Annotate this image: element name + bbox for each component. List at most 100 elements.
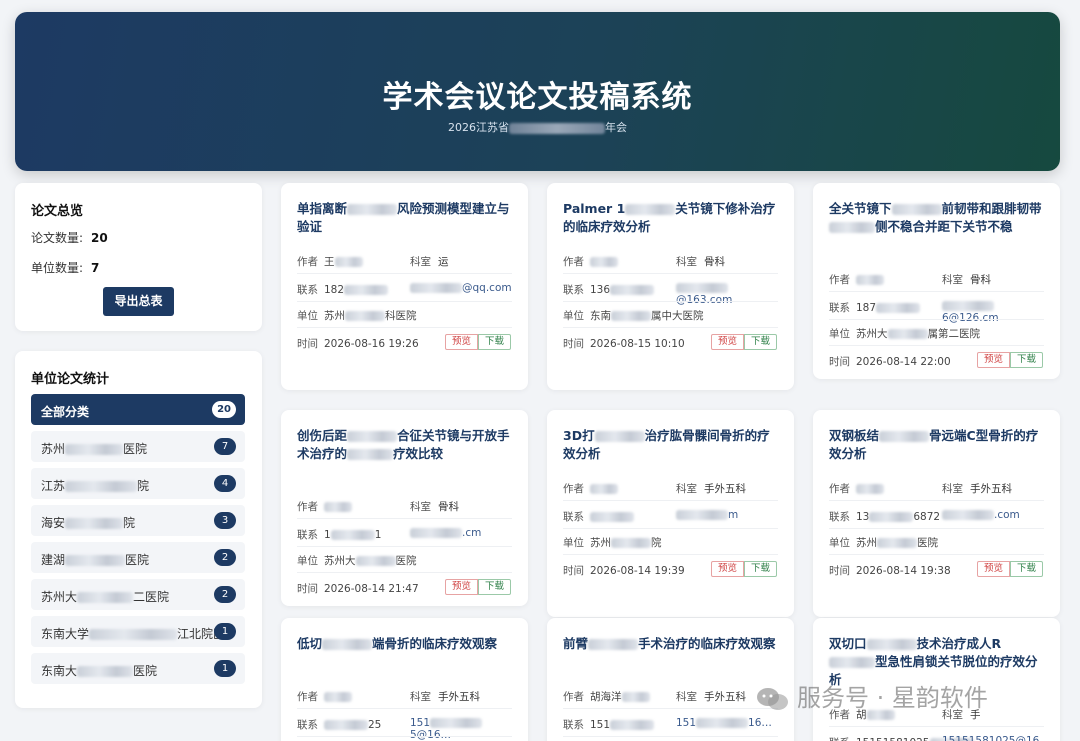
paper-count-row: 论文数量: 20	[31, 231, 108, 245]
unit-row: 单位 苏州大 医院	[297, 555, 417, 567]
divider	[297, 327, 512, 328]
divider	[563, 500, 778, 501]
time-row: 时间 2026-08-14 22:00 预览 下载	[829, 352, 1044, 369]
paper-title[interactable]: 创伤后距 合征关节镜与开放手术治疗的 疗效比较	[297, 427, 512, 463]
divider	[297, 273, 512, 274]
author-row: 作者 科室 骨科	[829, 274, 991, 286]
redacted-text	[509, 122, 605, 134]
divider	[563, 736, 778, 737]
redacted-text	[324, 720, 368, 730]
paper-card: 全关节镜下 前韧带和跟腓韧带侧不稳合并距下关节不稳 作者 科室 骨科 联系 187 6@126…	[813, 183, 1060, 379]
preview-button[interactable]: 预览	[711, 561, 744, 577]
paper-title[interactable]: 单指离断 风险预测模型建立与验证	[297, 200, 512, 236]
divider	[297, 546, 512, 547]
unit-filter-label: 建湖 医院	[41, 553, 150, 567]
redacted-text	[625, 204, 676, 215]
redacted-text	[887, 329, 928, 339]
redacted-text	[856, 484, 884, 494]
export-summary-button[interactable]: 导出总表	[103, 287, 174, 316]
contact-row: 联系 151 151 16…	[563, 717, 772, 731]
divider	[829, 291, 1044, 292]
paper-card: 创伤后距 合征关节镜与开放手术治疗的 疗效比较 作者 科室 骨科 联系 1 1 .cm 单位 苏州大医…	[281, 410, 528, 606]
unit-filter-item[interactable]: 苏州 医院 7	[31, 431, 245, 462]
divider	[829, 319, 1044, 320]
redacted-text	[611, 538, 651, 548]
redacted-text	[65, 555, 126, 566]
preview-button[interactable]: 预览	[977, 561, 1010, 577]
divider	[829, 528, 1044, 529]
download-button[interactable]: 下载	[478, 334, 511, 350]
email-link[interactable]: 6@126.cm	[942, 300, 1044, 324]
unit-row: 单位 苏州院	[563, 537, 662, 549]
redacted-text	[345, 311, 385, 321]
email-link[interactable]: 15151581025@16…	[942, 735, 1050, 741]
redacted-text	[891, 204, 942, 215]
email-link[interactable]: @163.com	[676, 282, 778, 306]
contact-row: 联系 m	[563, 509, 739, 523]
time-row: 时间 2026-08-14 19:38 预览 下载	[829, 561, 1044, 578]
unit-count-badge: 1	[214, 623, 236, 640]
divider	[297, 518, 512, 519]
paper-title[interactable]: Palmer 1 关节镜下修补治疗的临床疗效分析	[563, 200, 778, 236]
redacted-text	[65, 481, 138, 492]
email-link[interactable]: .com	[942, 509, 1020, 521]
unit-filter-item[interactable]: 东南大学 江北院区 1	[31, 616, 245, 647]
watermark: 服务号 · 星韵软件	[755, 678, 988, 713]
redacted-text	[621, 692, 650, 702]
divider	[829, 726, 1044, 727]
unit-count-badge: 20	[212, 401, 236, 418]
unit-filter-item[interactable]: 苏州大 二医院 2	[31, 579, 245, 610]
preview-button[interactable]: 预览	[711, 334, 744, 350]
page-header: 学术会议论文投稿系统 2026江苏省 年会	[15, 12, 1060, 171]
unit-filter-item[interactable]: 建湖 医院 2	[31, 542, 245, 573]
unit-filter-item[interactable]: 东南大 医院 1	[31, 653, 245, 684]
redacted-text	[876, 303, 921, 313]
paper-title[interactable]: 低切 端骨折的临床疗效观察	[297, 635, 512, 653]
overview-title: 论文总览	[31, 204, 84, 219]
unit-filter-all[interactable]: 全部分类 20	[31, 394, 245, 425]
email-link[interactable]: .cm	[410, 527, 481, 539]
redacted-text	[588, 639, 639, 650]
unit-filter-item[interactable]: 江苏院 4	[31, 468, 245, 499]
redacted-text	[322, 639, 373, 650]
paper-title[interactable]: 全关节镜下 前韧带和跟腓韧带侧不稳合并距下关节不稳	[829, 200, 1044, 236]
redacted-text	[676, 283, 728, 293]
unit-count-badge: 4	[214, 475, 236, 492]
paper-title[interactable]: 双钢板结 骨远端C型骨折的疗效分析	[829, 427, 1044, 463]
download-button[interactable]: 下载	[744, 334, 777, 350]
author-row: 作者 科室 手外五科	[297, 691, 480, 703]
divider	[829, 554, 1044, 555]
download-button[interactable]: 下载	[1010, 352, 1043, 368]
preview-button[interactable]: 预览	[977, 352, 1010, 368]
redacted-text	[610, 720, 655, 730]
download-button[interactable]: 下载	[744, 561, 777, 577]
divider	[297, 572, 512, 573]
paper-title[interactable]: 3D打 治疗肱骨髁间骨折的疗效分析	[563, 427, 778, 463]
unit-filter-item[interactable]: 海安院 3	[31, 505, 245, 536]
unit-filter-label: 苏州 医院	[41, 442, 148, 456]
download-button[interactable]: 下载	[1010, 561, 1043, 577]
contact-row: 联系 182 @qq.com	[297, 282, 512, 296]
email-link[interactable]: @qq.com	[410, 282, 512, 294]
redacted-text	[330, 530, 375, 540]
redacted-text	[355, 556, 396, 566]
email-link[interactable]: m	[676, 509, 738, 521]
redacted-text	[347, 449, 394, 460]
redacted-text	[344, 285, 389, 295]
author-row: 作者 科室 手外五科	[829, 483, 1012, 495]
divider	[563, 708, 778, 709]
download-button[interactable]: 下载	[478, 579, 511, 595]
email-link[interactable]: 1515@16…	[410, 717, 512, 741]
email-link[interactable]: 151 16…	[676, 717, 772, 729]
paper-card: 双钢板结 骨远端C型骨折的疗效分析 作者 科室 手外五科 联系 13 6872 .com 单位 苏州…	[813, 410, 1060, 617]
unit-count: 7	[91, 261, 100, 275]
unit-filter-label: 江苏院	[41, 479, 150, 493]
preview-button[interactable]: 预览	[445, 579, 478, 595]
preview-button[interactable]: 预览	[445, 334, 478, 350]
paper-card: 3D打 治疗肱骨髁间骨折的疗效分析 作者 科室 手外五科 联系 m 单位 苏州院时间 2026-0…	[547, 410, 794, 617]
unit-count-badge: 3	[214, 512, 236, 529]
unit-filter-label: 东南大 医院	[41, 664, 158, 678]
paper-title[interactable]: 前臂 手术治疗的临床疗效观察	[563, 635, 778, 653]
redacted-text	[856, 275, 884, 285]
overview-panel: 论文总览 论文数量: 20 单位数量: 7 导出总表	[15, 183, 262, 331]
